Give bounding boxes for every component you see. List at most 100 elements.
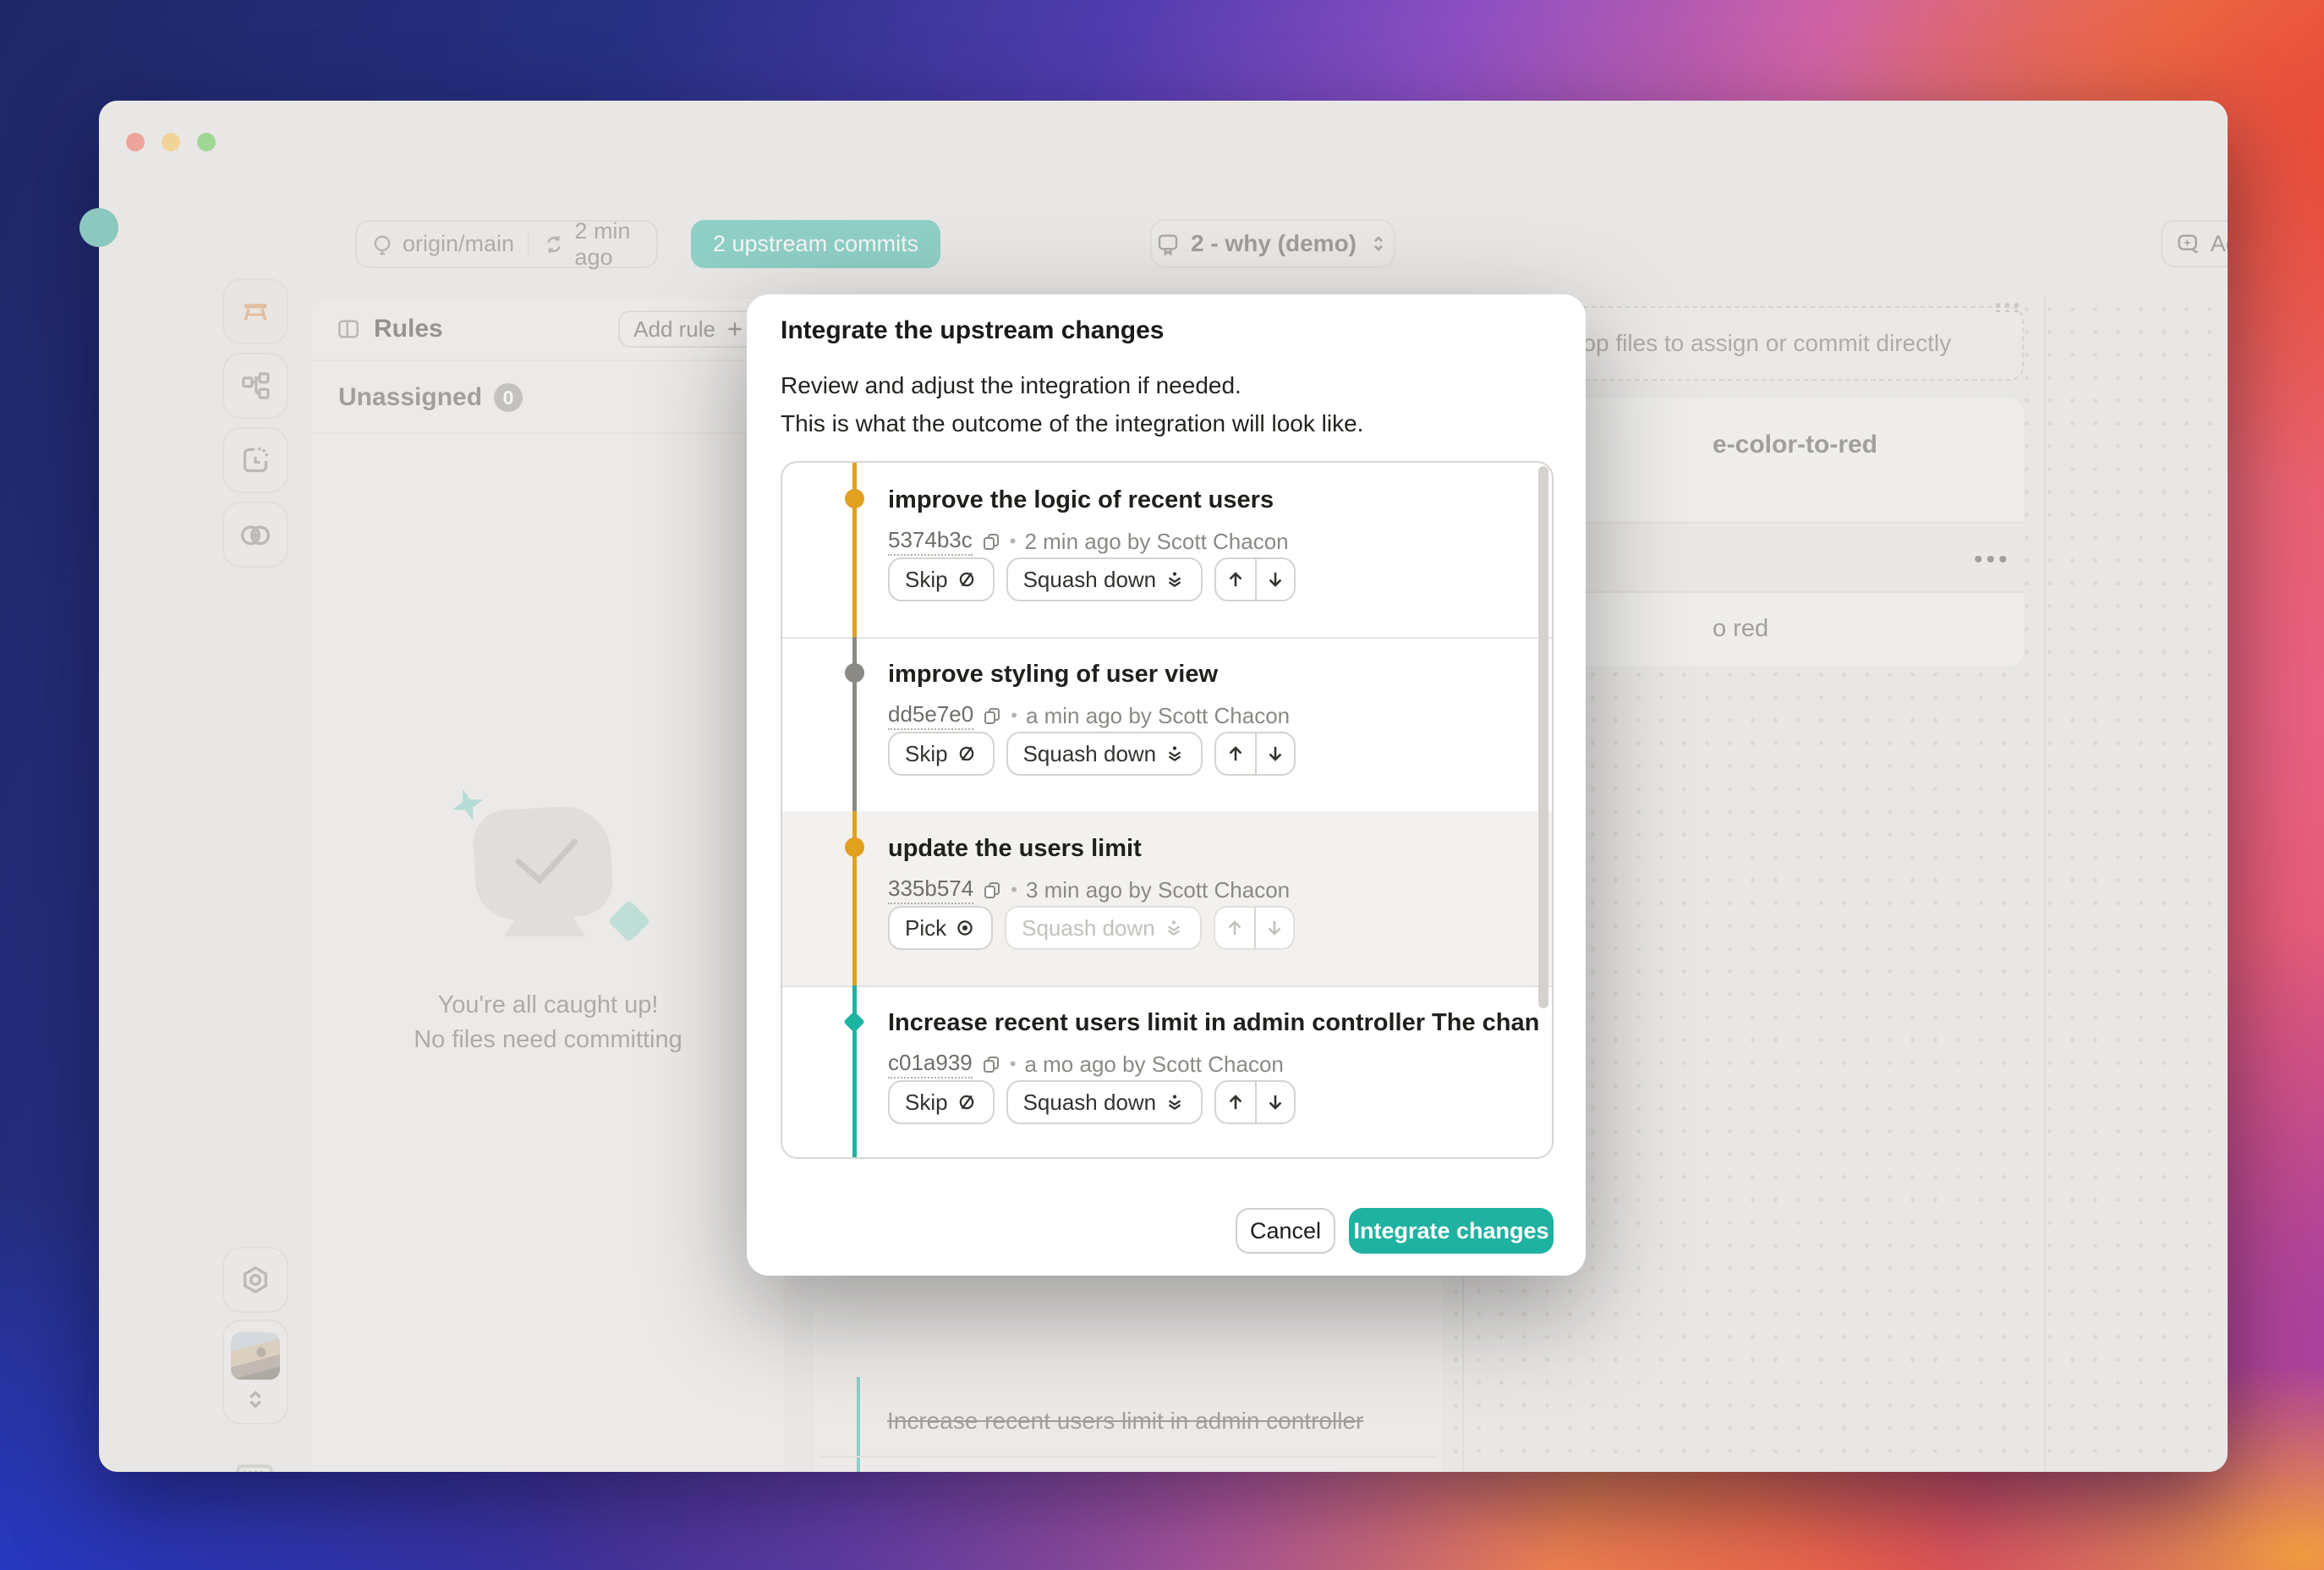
skip-icon	[956, 1091, 978, 1113]
squash-icon	[1164, 568, 1186, 590]
copy-icon[interactable]	[982, 880, 1002, 900]
squash-icon	[1164, 1091, 1186, 1113]
diamond-illustration	[608, 900, 651, 943]
commit-row[interactable]: improve the logic of recent users 5374b3…	[782, 463, 1552, 637]
minimize-window-button[interactable]	[162, 133, 180, 151]
arrow-up-icon	[1224, 568, 1247, 591]
commit-title: improve the logic of recent users	[888, 486, 1539, 514]
commit-meta: c01a939 • a mo ago by Scott Chacon	[888, 1050, 1284, 1079]
rules-panel: Rules Add rule Unassigned 0	[310, 298, 786, 1472]
branch-menu-button[interactable]: •••	[1974, 546, 2011, 574]
commit-time-author: a min ago by Scott Chacon	[1026, 703, 1290, 729]
bullet-separator: •	[1010, 1053, 1017, 1075]
commit-hash[interactable]: dd5e7e0	[888, 701, 973, 730]
move-down-button[interactable]	[1255, 733, 1294, 774]
traffic-lights	[126, 133, 216, 151]
remote-branch-label: origin/main	[403, 231, 514, 257]
commit-actions: Skip Squash down	[888, 1080, 1296, 1124]
commit-row[interactable]: improve styling of user view dd5e7e0 • a…	[782, 637, 1552, 811]
squash-down-button[interactable]: Squash down	[1006, 557, 1203, 601]
move-up-button[interactable]	[1215, 908, 1254, 948]
action-label: Skip	[905, 567, 948, 593]
reorder-buttons	[1214, 557, 1296, 601]
commit-row[interactable]: update the users limit 335b574 • 3 min a…	[782, 811, 1552, 985]
sidebar-item-history[interactable]	[222, 427, 288, 493]
commit-actions: Skip Squash down	[888, 732, 1296, 776]
actions-button[interactable]: Actions	[2161, 220, 2228, 267]
move-up-button[interactable]	[1216, 559, 1255, 600]
arrow-up-icon	[1223, 916, 1247, 940]
move-up-button[interactable]	[1216, 1082, 1255, 1123]
squash-label: Squash down	[1022, 915, 1155, 941]
teal-edge-tab[interactable]	[79, 208, 118, 247]
add-rule-button[interactable]: Add rule	[618, 310, 761, 348]
keyboard-shortcuts-icon[interactable]	[233, 1452, 277, 1472]
unassigned-section-header[interactable]: Unassigned 0	[311, 363, 785, 434]
branch-commit-label[interactable]: o red	[1713, 615, 1768, 643]
commit-line	[857, 1377, 860, 1472]
plus-icon	[724, 318, 746, 340]
sidebar-item-workspace[interactable]	[222, 278, 288, 344]
squash-down-button[interactable]: Squash down	[1006, 732, 1203, 776]
user-profile-button[interactable]	[222, 1320, 288, 1425]
squash-down-button[interactable]: Squash down	[1005, 906, 1202, 950]
squash-label: Squash down	[1023, 1090, 1157, 1116]
move-down-button[interactable]	[1255, 559, 1294, 600]
sidebar-item-assistant[interactable]	[222, 502, 288, 568]
commit-title: Increase recent users limit in admin con…	[888, 1009, 1539, 1037]
commit-time-author: 2 min ago by Scott Chacon	[1024, 529, 1288, 555]
skip-or-pick-button[interactable]: Skip	[888, 732, 995, 776]
branch-title[interactable]: e-color-to-red	[1713, 431, 1877, 459]
commit-title: update the users limit	[888, 835, 1539, 863]
commit-hash[interactable]: c01a939	[888, 1050, 973, 1079]
copy-icon[interactable]	[982, 705, 1002, 726]
empty-state-subtitle: No files need committing	[311, 1026, 785, 1054]
close-window-button[interactable]	[126, 133, 145, 151]
unassigned-count-badge: 0	[494, 383, 523, 412]
reorder-buttons	[1214, 1080, 1296, 1124]
commit-marker	[845, 663, 864, 683]
commit-title: improve styling of user view	[888, 661, 1539, 689]
skip-or-pick-button[interactable]: Skip	[888, 557, 995, 601]
commit-hash[interactable]: 5374b3c	[888, 527, 973, 556]
actions-label: Actions	[2211, 231, 2228, 257]
chevron-up-down-icon	[241, 1385, 270, 1414]
scrollbar-thumb[interactable]	[1538, 466, 1548, 1008]
avatar	[231, 1332, 280, 1380]
upstream-commits-badge[interactable]: 2 upstream commits	[691, 220, 940, 268]
integrate-upstream-modal: Integrate the upstream changes Review an…	[747, 294, 1586, 1276]
move-down-button[interactable]	[1255, 1082, 1294, 1123]
move-down-button[interactable]	[1254, 908, 1293, 948]
copy-icon[interactable]	[981, 1054, 1001, 1074]
skip-or-pick-button[interactable]: Skip	[888, 1080, 995, 1124]
chevron-up-down-icon	[1367, 232, 1390, 255]
cancel-button[interactable]: Cancel	[1236, 1208, 1335, 1254]
branches-icon	[238, 369, 272, 403]
modal-description-line1: Review and adjust the integration if nee…	[781, 372, 1241, 399]
remote-status-pill[interactable]: origin/main 2 min ago	[355, 220, 658, 268]
commit-row[interactable]: Increase recent users limit in admin con…	[782, 985, 1552, 1159]
action-label: Skip	[905, 1090, 948, 1116]
skip-or-pick-button[interactable]: Pick	[888, 906, 993, 950]
column-drag-handle[interactable]	[1993, 302, 2022, 312]
project-selector[interactable]: 2 - why (demo)	[1150, 219, 1395, 268]
integrated-commit-label[interactable]: Increase recent users limit in admin con…	[887, 1408, 1363, 1435]
actions-sparkle-icon	[2175, 230, 2202, 257]
workbench-icon	[238, 294, 273, 329]
squash-icon	[1164, 743, 1186, 765]
bullet-separator: •	[1011, 879, 1017, 901]
upstream-commit-list: improve the logic of recent users 5374b3…	[781, 461, 1554, 1159]
integrate-changes-button[interactable]: Integrate changes	[1349, 1208, 1554, 1254]
commit-hash[interactable]: 335b574	[888, 876, 973, 904]
zoom-window-button[interactable]	[197, 133, 216, 151]
skip-icon	[956, 568, 978, 590]
sync-icon	[542, 233, 566, 256]
squash-down-button[interactable]: Squash down	[1006, 1080, 1203, 1124]
sidebar-item-branches[interactable]	[222, 353, 288, 419]
copy-icon[interactable]	[981, 531, 1001, 552]
squash-icon	[1163, 917, 1185, 939]
move-up-button[interactable]	[1216, 733, 1255, 774]
history-icon	[238, 443, 272, 477]
settings-button[interactable]	[222, 1247, 288, 1313]
empty-state-title: You're all caught up!	[311, 991, 785, 1019]
